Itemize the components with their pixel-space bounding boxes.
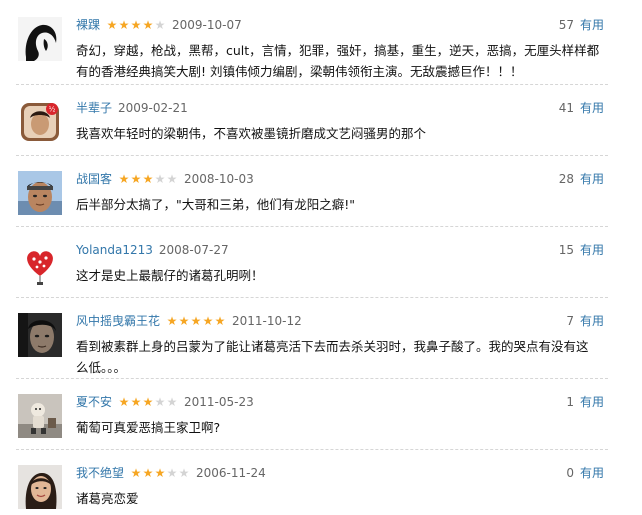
review-date: 2011-10-12 — [232, 314, 302, 328]
star-empty-icon: ★ — [166, 395, 178, 409]
review-username[interactable]: 半辈子 — [76, 100, 112, 116]
star-filled-icon: ★ — [190, 314, 202, 328]
user-avatar[interactable] — [18, 313, 62, 357]
useful-vote-link[interactable]: 有用 — [580, 100, 604, 116]
useful-vote-count: 1 — [566, 395, 574, 409]
review-divider — [16, 378, 608, 379]
review-divider — [16, 226, 608, 227]
star-filled-icon: ★ — [118, 172, 130, 186]
review-date: 2011-05-23 — [184, 395, 254, 409]
useful-vote-link[interactable]: 有用 — [580, 394, 604, 410]
review-comment: 奇幻，穿越，枪战，黑帮，cult，言情，犯罪，强奸，搞基，重生，逆天，恶搞，无厘… — [76, 43, 600, 79]
star-empty-icon: ★ — [166, 466, 178, 480]
useful-vote-link[interactable]: 有用 — [580, 465, 604, 481]
useful-vote-count: 0 — [566, 466, 574, 480]
review-comment: 看到被素群上身的吕蒙为了能让诸葛亮活下去而去杀关羽时，我鼻子酸了。我的哭点有没有… — [76, 339, 589, 375]
useful-vote-count: 15 — [558, 243, 574, 257]
star-filled-icon: ★ — [130, 18, 142, 32]
star-filled-icon: ★ — [214, 314, 226, 328]
star-filled-icon: ★ — [178, 314, 190, 328]
star-rating: ★ ★ ★ ★ ★ — [118, 396, 178, 408]
review-comment: 这才是史上最靓仔的诸葛孔明咧！ — [76, 268, 264, 283]
review-comment: 葡萄可真爱恶搞王家卫啊? — [76, 420, 221, 435]
star-filled-icon: ★ — [202, 314, 214, 328]
star-empty-icon: ★ — [154, 18, 166, 32]
user-avatar[interactable] — [18, 17, 62, 61]
useful-vote-count: 7 — [566, 314, 574, 328]
star-filled-icon: ★ — [142, 172, 154, 186]
star-filled-icon: ★ — [118, 18, 130, 32]
review-comment: 后半部分太搞了，"大哥和三弟，他们有龙阳之癖!" — [76, 197, 356, 212]
review-date: 2008-07-27 — [158, 243, 229, 257]
review-comment: 诸葛亮恋爱 — [76, 491, 139, 506]
review-username[interactable]: 我不绝望 — [76, 465, 124, 481]
useful-vote-link[interactable]: 有用 — [580, 171, 604, 187]
star-empty-icon: ★ — [154, 172, 166, 186]
useful-vote-count: 57 — [558, 18, 574, 32]
star-filled-icon: ★ — [142, 18, 154, 32]
user-avatar[interactable]: ½ — [18, 100, 62, 144]
star-empty-icon: ★ — [166, 172, 178, 186]
useful-vote-count: 28 — [558, 172, 574, 186]
review-username[interactable]: 裸踝 — [76, 17, 100, 33]
star-filled-icon: ★ — [142, 466, 154, 480]
user-avatar[interactable] — [18, 394, 62, 438]
star-rating: ★ ★ ★ ★ ★ — [166, 315, 226, 327]
review-date: 2009-10-07 — [172, 18, 242, 32]
review-divider — [16, 449, 608, 450]
star-empty-icon: ★ — [178, 466, 190, 480]
useful-vote-link[interactable]: 有用 — [580, 242, 604, 258]
user-avatar[interactable] — [18, 171, 62, 215]
star-filled-icon: ★ — [130, 172, 142, 186]
user-avatar[interactable] — [18, 465, 62, 509]
star-filled-icon: ★ — [118, 395, 130, 409]
useful-vote-link[interactable]: 有用 — [580, 313, 604, 329]
red-heart-avatar-icon — [18, 242, 62, 286]
star-filled-icon: ★ — [154, 466, 166, 480]
abstract-portrait-avatar-icon — [18, 17, 62, 61]
star-filled-icon: ★ — [130, 466, 142, 480]
dark-portrait-avatar-icon — [18, 313, 62, 357]
review-divider — [16, 155, 608, 156]
star-filled-icon: ★ — [106, 18, 118, 32]
review-date: 2006-11-24 — [196, 466, 266, 480]
woman-portrait-avatar-icon — [18, 465, 62, 509]
star-filled-icon: ★ — [166, 314, 178, 328]
star-filled-icon: ★ — [130, 395, 142, 409]
useful-vote-count: 41 — [558, 101, 574, 115]
toy-figure-avatar-icon — [18, 394, 62, 438]
app-icon-portrait-avatar-icon: ½ — [18, 100, 62, 144]
review-username[interactable]: 战国客 — [76, 171, 112, 187]
review-username[interactable]: Yolanda1213 — [76, 242, 153, 258]
useful-vote-link[interactable]: 有用 — [580, 17, 604, 33]
review-username[interactable]: 风中摇曳霸王花 — [76, 313, 160, 329]
user-avatar[interactable] — [18, 242, 62, 286]
review-divider — [16, 84, 608, 85]
star-empty-icon: ★ — [154, 395, 166, 409]
review-comment: 我喜欢年轻时的梁朝伟，不喜欢被墨镜折磨成文艺闷骚男的那个 — [76, 126, 427, 141]
review-divider — [16, 297, 608, 298]
review-date: 2008-10-03 — [184, 172, 254, 186]
review-date: 2009-02-21 — [118, 101, 188, 115]
man-headband-avatar-icon — [18, 171, 62, 215]
star-rating: ★ ★ ★ ★ ★ — [130, 467, 190, 479]
star-rating: ★ ★ ★ ★ ★ — [118, 173, 178, 185]
star-filled-icon: ★ — [142, 395, 154, 409]
star-rating: ★ ★ ★ ★ ★ — [106, 19, 166, 31]
svg-text:½: ½ — [49, 106, 56, 114]
review-username[interactable]: 夏不安 — [76, 394, 112, 410]
